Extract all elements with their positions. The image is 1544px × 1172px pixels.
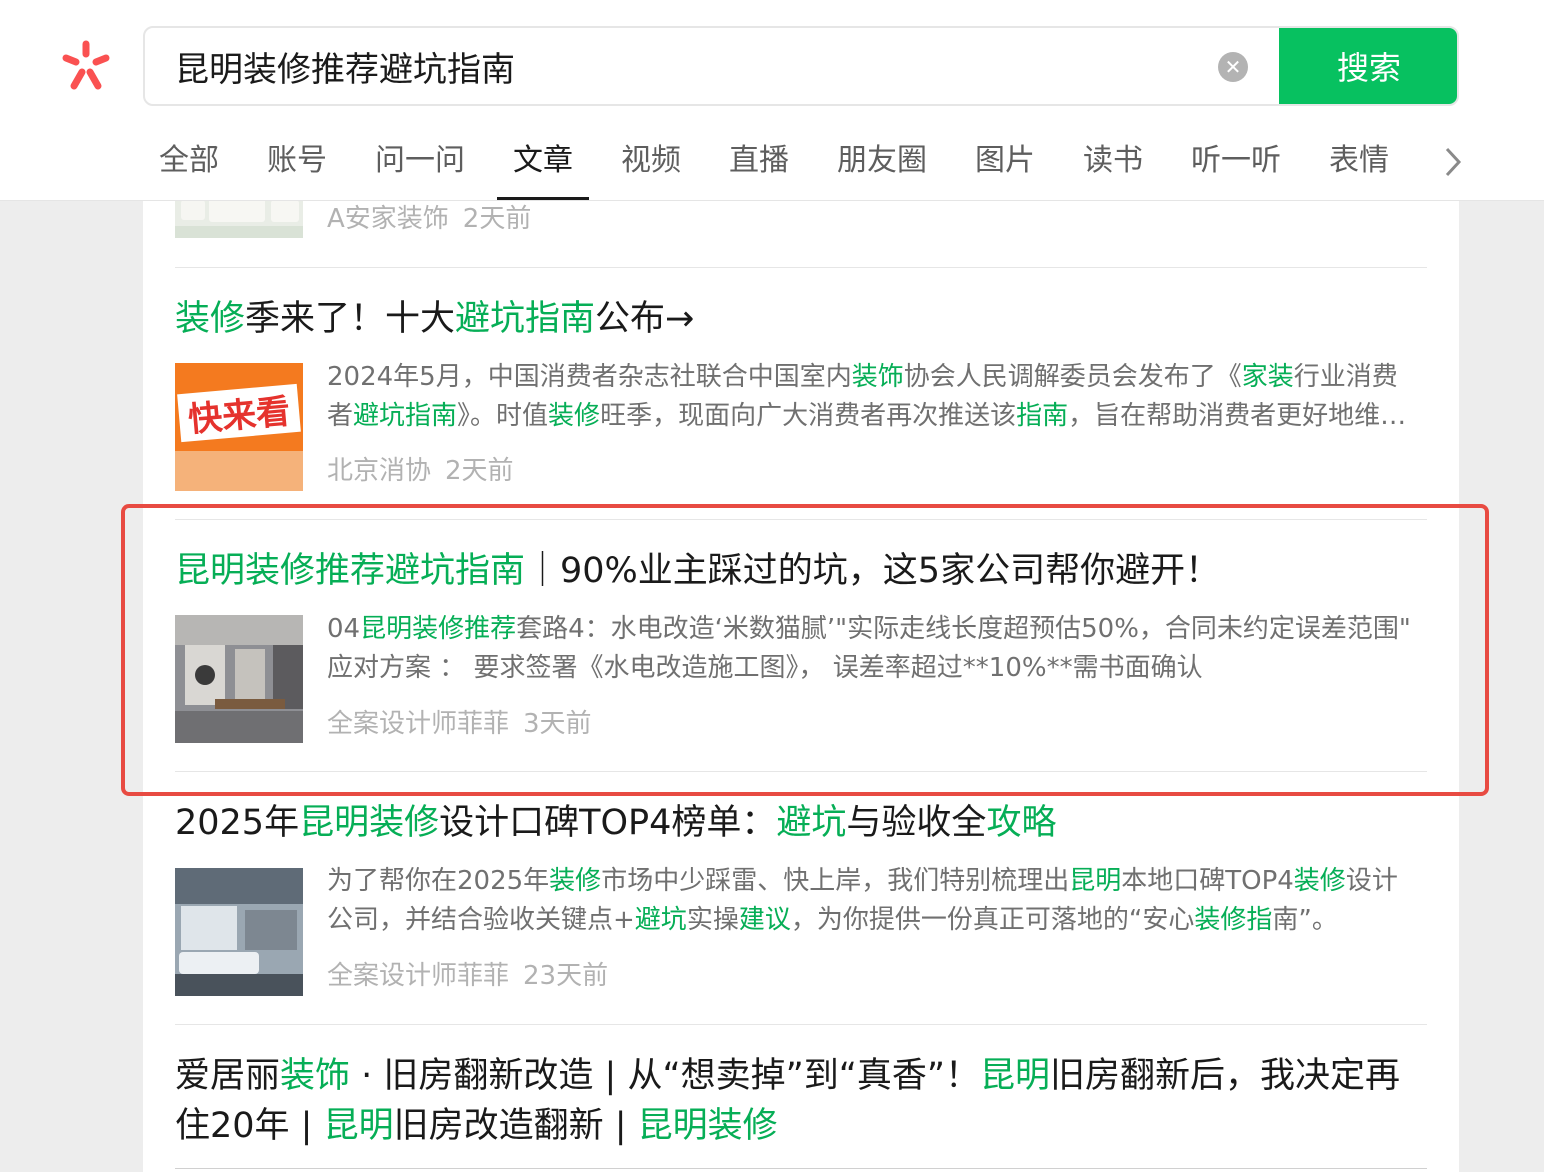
result-thumbnail[interactable] <box>175 868 303 996</box>
result-description: 04昆明装修推荐套路4：水电改造‘米数猫腻’"实际走线长度超预估50%，合同未约… <box>327 610 1421 688</box>
thumbnail-image-icon: 快来看 <box>175 363 303 491</box>
result-item[interactable]: 昆明装修推荐避坑指南｜90%业主踩过的坑，这5家公司帮你避开！ <box>175 546 1427 596</box>
tab-ask[interactable]: 问一问 <box>375 136 465 200</box>
clear-search-button[interactable]: ✕ <box>1218 52 1248 82</box>
tab-stickers[interactable]: 表情 <box>1329 136 1389 200</box>
search-logo-icon[interactable] <box>58 38 114 94</box>
highlighted-keyword: 昆明 <box>323 1106 394 1146</box>
highlighted-keyword: 昆明 <box>979 1056 1050 1096</box>
divider <box>175 1024 1427 1025</box>
highlighted-keyword: 装修 <box>175 299 246 339</box>
search-header: ✕ 搜索 全部 账号 问一问 文章 视频 直播 朋友圈 图片 读书 听一听 表情 <box>0 0 1544 201</box>
text-segment: 公布→ <box>595 299 695 339</box>
highlighted-keyword: 昆明装修 <box>299 803 440 843</box>
tab-all[interactable]: 全部 <box>159 136 219 200</box>
tab-books[interactable]: 读书 <box>1083 136 1143 200</box>
text-segment: 季来了！十大 <box>245 299 456 339</box>
result-title[interactable]: 爱居丽装饰 · 旧房翻新改造 | 从“想卖掉”到“真香”！昆明旧房翻新后，我决定… <box>175 1051 1415 1151</box>
divider <box>175 1168 1427 1169</box>
text-segment: ，为你提供一份真正可落地的“安心 <box>790 905 1195 935</box>
result-thumbnail[interactable]: 快来看 <box>175 363 303 491</box>
result-source[interactable]: 北京消协 <box>327 456 431 486</box>
result-time: 3天前 <box>523 709 592 739</box>
highlighted-keyword: 昆明装修推荐避坑指南 <box>175 551 526 591</box>
result-description: 2024年5月，中国消费者杂志社联合中国室内装饰协会人民调解委员会发布了《家装行… <box>327 358 1421 436</box>
result-item[interactable]: 2025年昆明装修设计口碑TOP4榜单：避坑与验收全攻略 <box>175 798 1427 848</box>
text-segment: 为了帮你在2025年 <box>327 866 550 896</box>
result-meta: A安家装饰 2天前 <box>327 198 531 235</box>
divider <box>175 519 1427 520</box>
tab-live[interactable]: 直播 <box>729 136 789 200</box>
highlighted-keyword: 装修 <box>548 401 601 431</box>
result-time: 2天前 <box>462 204 532 234</box>
result-meta: 全案设计师菲菲 3天前 <box>327 703 592 740</box>
highlighted-keyword: 装修指 <box>1194 905 1273 935</box>
text-segment: 旺季，现面向广大消费者再次推送该 <box>600 401 1017 431</box>
text-segment: 南”。 <box>1272 905 1338 935</box>
highlighted-keyword: 装饰 <box>851 362 904 392</box>
highlighted-keyword: 避坑 <box>776 803 847 843</box>
tab-listen[interactable]: 听一听 <box>1191 136 1281 200</box>
text-segment: 2025年 <box>175 803 300 843</box>
text-segment: 协会人民调解委员会发布了《 <box>903 362 1242 392</box>
divider <box>175 771 1427 772</box>
highlighted-keyword: 装饰 <box>280 1056 351 1096</box>
highlighted-keyword: 装修 <box>1293 866 1346 896</box>
result-time: 2天前 <box>445 456 514 486</box>
highlighted-keyword: 避坑指南 <box>455 299 596 339</box>
thumbnail-image-icon <box>175 615 303 743</box>
result-thumbnail[interactable] <box>175 615 303 743</box>
text-segment: 2024年5月，中国消费者杂志社联合中国室内 <box>327 362 852 392</box>
result-title[interactable]: 2025年昆明装修设计口碑TOP4榜单：避坑与验收全攻略 <box>175 798 1427 848</box>
result-meta: 北京消协 2天前 <box>327 450 514 487</box>
highlighted-keyword: 建议 <box>738 905 791 935</box>
result-title[interactable]: 昆明装修推荐避坑指南｜90%业主踩过的坑，这5家公司帮你避开！ <box>175 546 1427 596</box>
result-source[interactable]: 全案设计师菲菲 <box>327 961 509 991</box>
result-description: 为了帮你在2025年装修市场中少踩雷、快上岸，我们特别梳理出昆明本地口碑TOP4… <box>327 862 1421 940</box>
tab-images[interactable]: 图片 <box>975 136 1035 200</box>
tab-videos[interactable]: 视频 <box>621 136 681 200</box>
highlighted-keyword: 指南 <box>1016 401 1069 431</box>
result-source[interactable]: A安家装饰 <box>327 204 449 234</box>
search-bar: ✕ 搜索 <box>143 26 1459 106</box>
result-source[interactable]: 全案设计师菲菲 <box>327 709 509 739</box>
text-segment: 设计口碑TOP4榜单： <box>439 803 777 843</box>
tab-articles[interactable]: 文章 <box>497 136 589 200</box>
thumbnail-image-icon <box>175 868 303 996</box>
text-segment: 实操 <box>686 905 739 935</box>
highlighted-keyword: 昆明 <box>1069 866 1122 896</box>
result-time: 23天前 <box>523 961 609 991</box>
text-segment: 04 <box>327 614 361 644</box>
text-segment: · 旧房翻新改造 | 从“想卖掉”到“真香”！ <box>350 1056 980 1096</box>
result-meta: 全案设计师菲菲 23天前 <box>327 955 608 992</box>
text-segment: 》。时值 <box>457 401 549 431</box>
search-input[interactable] <box>175 28 1195 104</box>
tab-moments[interactable]: 朋友圈 <box>837 136 927 200</box>
close-circle-icon: ✕ <box>1224 55 1242 79</box>
text-segment: 本地口碑TOP4 <box>1121 866 1294 896</box>
text-segment: ｜90%业主踩过的坑，这5家公司帮你避开！ <box>525 551 1221 591</box>
result-item[interactable]: 爱居丽装饰 · 旧房翻新改造 | 从“想卖掉”到“真香”！昆明旧房翻新后，我决定… <box>175 1051 1415 1151</box>
chevron-right-icon[interactable] <box>1438 136 1468 188</box>
highlighted-keyword: 昆明装修推荐 <box>360 614 517 644</box>
text-segment: 市场中少踩雷、快上岸，我们特别梳理出 <box>601 866 1070 896</box>
highlighted-keyword: 避坑指南 <box>353 401 458 431</box>
category-tabs: 全部 账号 问一问 文章 视频 直播 朋友圈 图片 读书 听一听 表情 <box>140 136 1480 200</box>
divider <box>175 267 1427 268</box>
tab-accounts[interactable]: 账号 <box>267 136 327 200</box>
highlighted-keyword: 家装 <box>1241 362 1294 392</box>
result-item[interactable]: 装修季来了！十大避坑指南公布→ <box>175 294 1427 344</box>
highlighted-keyword: 攻略 <box>986 803 1057 843</box>
text-segment: 与验收全 <box>846 803 987 843</box>
result-title[interactable]: 装修季来了！十大避坑指南公布→ <box>175 294 1427 344</box>
highlighted-keyword: 避坑 <box>634 905 687 935</box>
text-segment: 爱居丽 <box>175 1056 281 1096</box>
highlighted-keyword: 昆明装修 <box>637 1106 778 1146</box>
highlighted-keyword: 装修 <box>549 866 602 896</box>
search-button[interactable]: 搜索 <box>1279 28 1457 104</box>
text-segment: 旧房改造翻新 | <box>393 1106 638 1146</box>
